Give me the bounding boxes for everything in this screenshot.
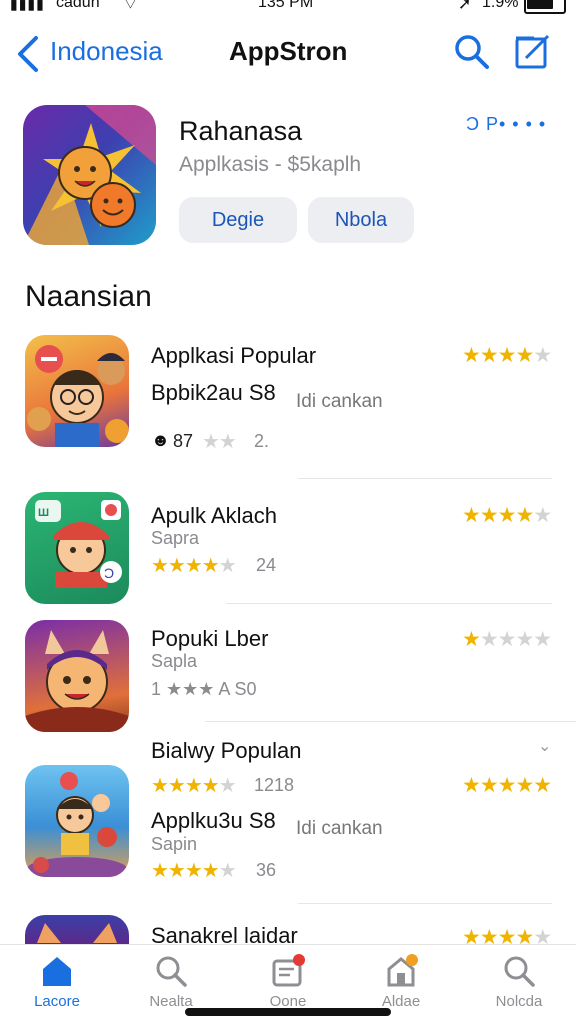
home-indicator (185, 1008, 391, 1016)
app-rating-stars: ★★★★★ (462, 774, 552, 797)
app-rating-stars: ★★★★★ (151, 775, 237, 797)
tab-search[interactable]: Nealta (126, 953, 216, 1013)
app-rating-count: 1218 (254, 775, 295, 795)
app-subtitle: Bpbik2au S8 (151, 380, 276, 405)
featured-app-name: Rahanasa (179, 116, 303, 146)
tab-label: Nolcda (495, 993, 543, 1010)
home-icon (43, 957, 71, 986)
svg-text:Ɔ: Ɔ (104, 565, 114, 581)
app-note: Idi cankan (296, 391, 383, 412)
app-icon[interactable] (25, 620, 129, 732)
app-title: Applkasi Popular (151, 343, 317, 368)
carrier-label: cadun (56, 0, 100, 11)
featured-app-icon[interactable] (23, 105, 156, 245)
share-more-button[interactable]: Ɔ P• • • • (466, 114, 546, 135)
featured-app-subtitle: Applkasis - $5kaplh (179, 153, 362, 176)
row-divider (298, 478, 552, 479)
app-icon[interactable] (25, 765, 129, 877)
battery-percent: 1.9% (482, 0, 519, 11)
status-bar: ▮▮▮▮ cadun ⌔ 135 PM ➚ 1.9% (0, 0, 576, 14)
app-subtitle: Sapla (151, 651, 198, 671)
app-rating-count: 36 (256, 860, 277, 880)
app-meta-count: 87 (173, 431, 194, 451)
section-title: Naansian (25, 280, 152, 313)
app-subtitle-2: Sapin (151, 834, 198, 854)
page-title: AppStron (229, 36, 348, 66)
tab-home[interactable]: Lacore (12, 953, 102, 1013)
app-meta-tail: 2. (254, 431, 270, 451)
row-divider (226, 603, 552, 604)
updates-icon (387, 954, 418, 987)
search-icon (504, 956, 535, 987)
search-icon[interactable] (452, 32, 492, 72)
news-icon (272, 954, 305, 987)
tab-explore[interactable]: Nolcda (474, 953, 564, 1013)
tab-updates[interactable]: Aldae (356, 953, 446, 1013)
app-title: Apulk Aklach (151, 503, 277, 528)
app-title: Bialwy Populan (151, 738, 302, 763)
app-subtitle: Applku3u S8 (151, 808, 276, 833)
app-note: Idi cankan (296, 818, 383, 839)
chevron-down-icon[interactable]: ⌄ (538, 736, 551, 756)
user-icon: ☻ (151, 430, 170, 450)
app-rating-stars: ★★★★★ (462, 344, 552, 367)
wifi-icon: ⌔ (122, 0, 139, 13)
back-button-label[interactable]: Indonesia (50, 36, 163, 67)
svg-text:Ш: Ш (38, 507, 49, 519)
signal-icon: ▮▮▮▮ (10, 0, 45, 12)
get-button[interactable]: Degie (179, 197, 297, 243)
app-icon[interactable]: Ш Ɔ (25, 492, 129, 604)
row-divider (298, 903, 552, 904)
tab-news[interactable]: Oone (243, 953, 333, 1013)
app-rating-stars: ★★★★★ (151, 555, 237, 577)
app-rating-stars: ★★★★★ (462, 504, 552, 527)
app-icon[interactable] (25, 335, 129, 447)
location-icon: ➚ (458, 0, 472, 13)
row-divider (205, 721, 576, 722)
app-rating-count: 24 (256, 555, 277, 575)
app-rating-stars: ★★ (202, 431, 237, 453)
secondary-button[interactable]: Nbola (308, 197, 414, 243)
tab-label: Lacore (34, 993, 80, 1010)
app-title: Popuki Lber (151, 626, 269, 651)
app-icon[interactable] (25, 915, 129, 944)
app-rating-meta: 1 ★★★ A S0 (151, 679, 257, 699)
battery-icon (524, 0, 566, 14)
app-rating-stars: ★★★★★ (151, 860, 237, 882)
back-chevron-icon[interactable] (14, 34, 54, 74)
app-subtitle: Sapra (151, 528, 200, 548)
app-rating-stars: ★★★★★ (462, 628, 552, 651)
compose-icon[interactable] (512, 32, 552, 72)
clock-label: 135 PM (258, 0, 314, 11)
search-icon (156, 956, 187, 987)
